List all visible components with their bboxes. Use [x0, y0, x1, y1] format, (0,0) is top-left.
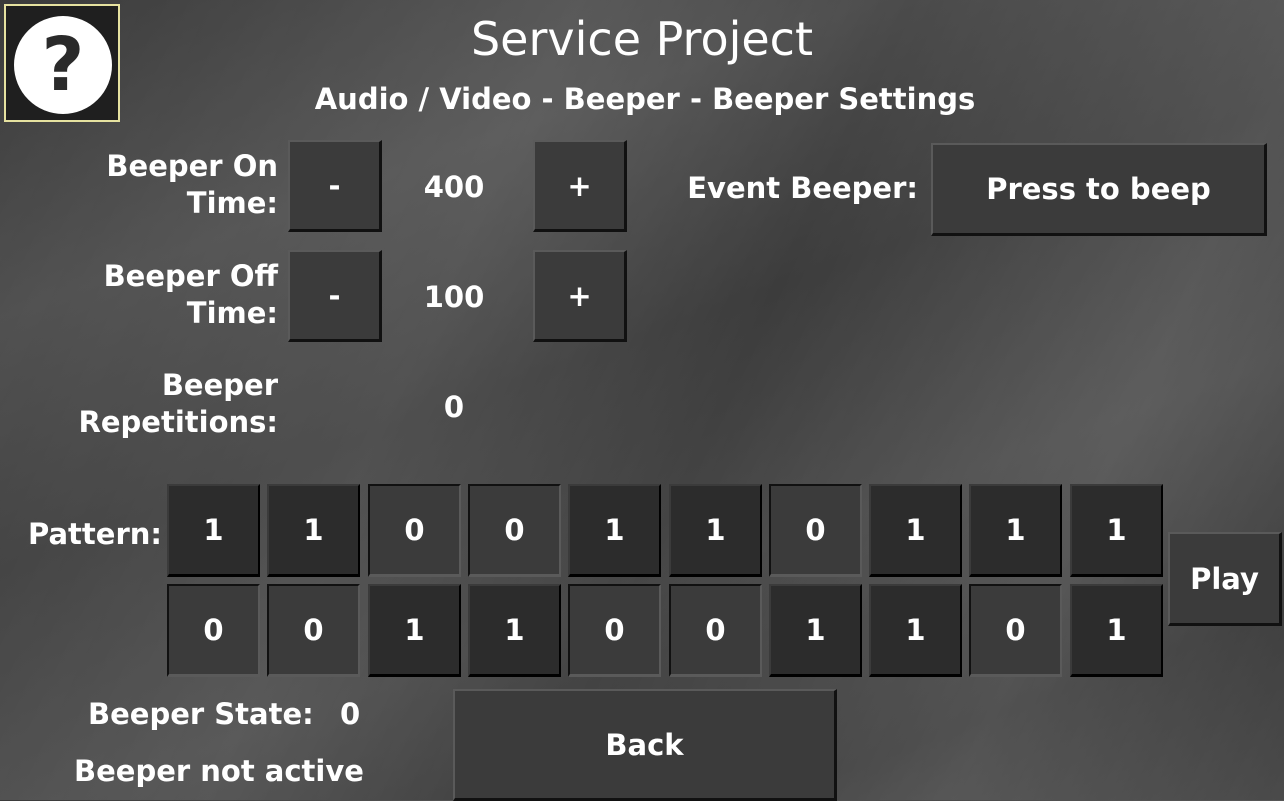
pattern-cell[interactable]: 0	[468, 484, 561, 577]
breadcrumb: Audio / Video - Beeper - Beeper Settings	[314, 82, 976, 116]
beeper-on-time-label: Beeper On Time:	[106, 149, 278, 220]
press-to-beep-button[interactable]: Press to beep	[931, 143, 1267, 236]
pattern-cell[interactable]: 0	[267, 584, 360, 677]
back-button[interactable]: Back	[453, 689, 837, 801]
beeper-repetitions-value: 0	[443, 390, 465, 424]
pattern-cell[interactable]: 1	[869, 484, 962, 577]
beeper-on-time-value: 400	[423, 170, 485, 204]
pattern-cell[interactable]: 0	[568, 584, 661, 677]
pattern-cell[interactable]: 0	[969, 584, 1062, 677]
event-beeper-label: Event Beeper:	[687, 171, 918, 205]
pattern-cell[interactable]: 1	[669, 484, 762, 577]
pattern-cell[interactable]: 1	[1070, 484, 1163, 577]
pattern-cell[interactable]: 1	[368, 584, 461, 677]
beeper-off-time-label: Beeper Off Time:	[103, 259, 278, 330]
pattern-cell[interactable]: 0	[167, 584, 260, 677]
beeper-on-time-increase-button[interactable]: +	[533, 140, 627, 232]
beeper-repetitions-label: Beeper Repetitions:	[78, 368, 278, 439]
pattern-label: Pattern:	[28, 517, 162, 551]
pattern-cell[interactable]: 1	[869, 584, 962, 677]
pattern-cell[interactable]: 0	[769, 484, 862, 577]
pattern-cell[interactable]: 1	[267, 484, 360, 577]
beeper-off-time-value: 100	[423, 280, 485, 314]
beeper-state-label: Beeper State:	[88, 697, 314, 731]
beeper-off-time-decrease-button[interactable]: -	[288, 250, 382, 342]
beeper-active-status: Beeper not active	[74, 754, 364, 788]
beeper-state-value: 0	[340, 697, 361, 731]
play-button[interactable]: Play	[1168, 532, 1282, 626]
pattern-cell[interactable]: 1	[568, 484, 661, 577]
pattern-cell[interactable]: 1	[468, 584, 561, 677]
pattern-cell[interactable]: 1	[969, 484, 1062, 577]
beeper-on-time-decrease-button[interactable]: -	[288, 140, 382, 232]
pattern-cell[interactable]: 0	[368, 484, 461, 577]
beeper-off-time-increase-button[interactable]: +	[533, 250, 627, 342]
page-title: Service Project	[470, 12, 813, 66]
pattern-cell[interactable]: 1	[1070, 584, 1163, 677]
pattern-cell[interactable]: 1	[167, 484, 260, 577]
pattern-cell[interactable]: 1	[769, 584, 862, 677]
pattern-cell[interactable]: 0	[669, 584, 762, 677]
